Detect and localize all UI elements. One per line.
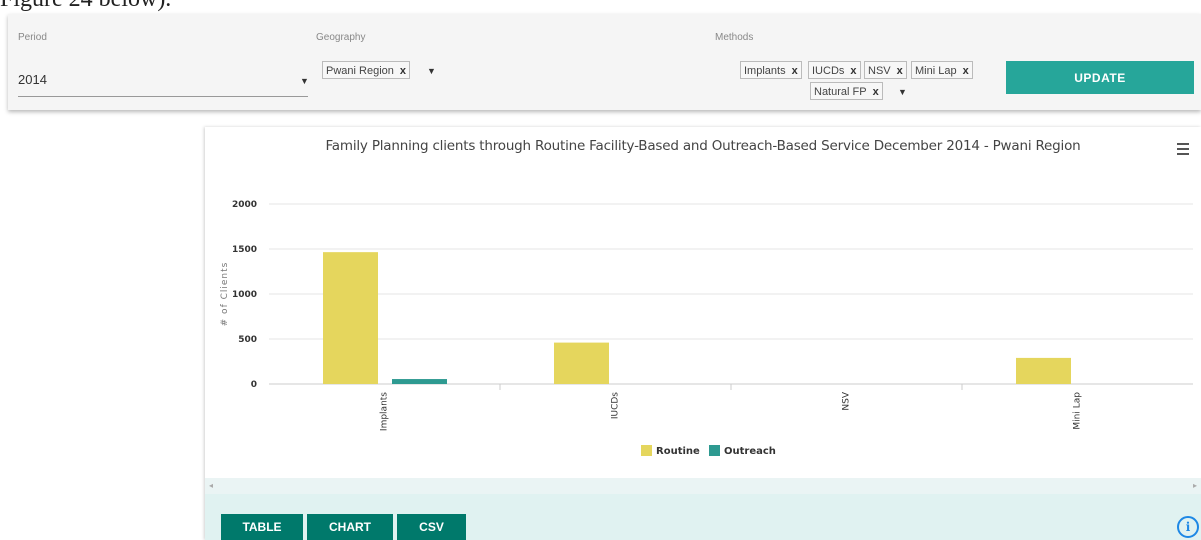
scroll-right-icon[interactable]: ▸ — [1193, 481, 1197, 490]
period-label: Period — [18, 32, 47, 43]
y-tick-label: 1500 — [232, 245, 257, 255]
chip-label: Pwani Region — [326, 65, 394, 77]
method-chip[interactable]: NSV x — [864, 61, 907, 79]
bar-routine-iucds — [554, 342, 609, 384]
method-chip[interactable]: Natural FP x — [810, 82, 883, 100]
geography-label: Geography — [316, 32, 366, 43]
chip-label: Implants — [744, 65, 786, 77]
x-tick-label: NSV — [842, 391, 852, 410]
csv-button[interactable]: CSV — [397, 514, 466, 540]
update-button[interactable]: UPDATE — [1006, 61, 1194, 94]
period-select[interactable]: 2014 ▼ — [18, 66, 309, 97]
legend-item: Routine — [656, 446, 700, 457]
legend-swatch — [709, 445, 720, 456]
chevron-down-icon[interactable]: ▼ — [427, 66, 436, 76]
method-chip[interactable]: Mini Lap x — [911, 61, 973, 79]
filter-bar: Period 2014 ▼ Geography Pwani Region x ▼ … — [8, 14, 1201, 110]
chevron-down-icon[interactable]: ▼ — [898, 87, 907, 97]
y-axis-title: # of Clients — [220, 262, 230, 327]
legend-swatch — [641, 445, 652, 456]
legend-item: Outreach — [724, 446, 776, 457]
chip-label: IUCDs — [812, 65, 845, 77]
x-tick-label: IUCDs — [611, 392, 621, 419]
chip-label: Mini Lap — [915, 65, 957, 77]
chevron-down-icon: ▼ — [300, 76, 309, 86]
caption-text: Figure 24 below). — [0, 0, 171, 13]
method-chip[interactable]: Implants x — [740, 61, 802, 79]
y-tick-label: 500 — [238, 335, 257, 345]
y-tick-label: 0 — [251, 380, 257, 390]
chip-label: Natural FP — [814, 86, 867, 98]
bar-routine-implants — [323, 252, 378, 384]
horizontal-scrollbar[interactable]: ◂ ▸ — [205, 478, 1201, 494]
chart-card: Family Planning clients through Routine … — [205, 127, 1201, 540]
remove-chip-icon[interactable]: x — [873, 86, 879, 98]
chip-label: NSV — [868, 65, 891, 77]
remove-chip-icon[interactable]: x — [897, 65, 903, 77]
remove-chip-icon[interactable]: x — [400, 65, 406, 77]
period-value: 2014 — [18, 72, 47, 87]
geography-chip[interactable]: Pwani Region x — [322, 61, 410, 79]
scroll-left-icon[interactable]: ◂ — [209, 481, 213, 490]
remove-chip-icon[interactable]: x — [963, 65, 969, 77]
methods-label: Methods — [715, 32, 754, 43]
table-button[interactable]: TABLE — [221, 514, 303, 540]
y-tick-label: 1000 — [232, 290, 257, 300]
remove-chip-icon[interactable]: x — [792, 65, 798, 77]
bar-outreach-implants — [392, 379, 447, 384]
x-tick-label: Implants — [380, 392, 390, 431]
action-bar: TABLE CHART CSV i — [205, 494, 1201, 540]
chart-button[interactable]: CHART — [307, 514, 393, 540]
y-tick-label: 2000 — [232, 200, 257, 210]
bar-routine-mini-lap — [1016, 357, 1071, 384]
info-icon[interactable]: i — [1177, 516, 1199, 538]
remove-chip-icon[interactable]: x — [850, 65, 856, 77]
bar-chart: 0 500 1000 1500 2000 # of Clients Implants IUCD… — [220, 200, 1193, 457]
method-chip[interactable]: IUCDs x — [808, 61, 861, 79]
x-tick-label: Mini Lap — [1073, 392, 1083, 430]
